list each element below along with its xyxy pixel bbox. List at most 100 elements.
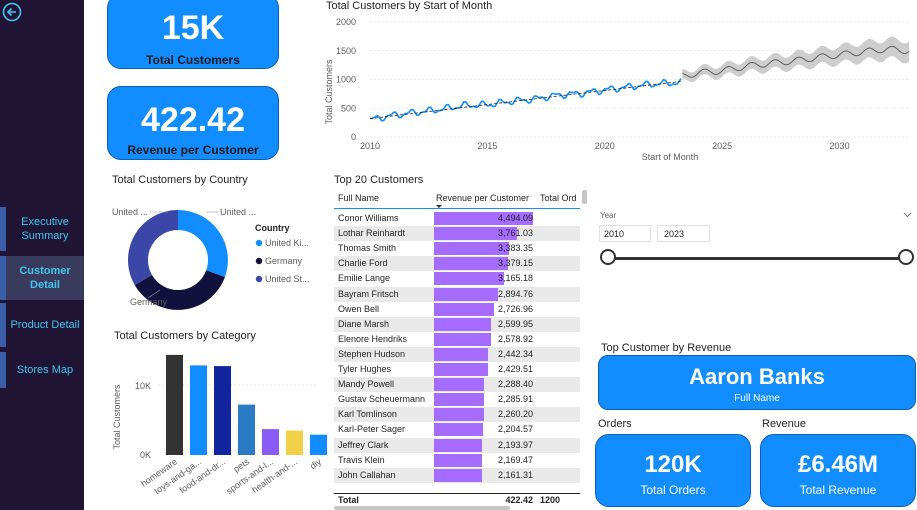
column-header-total-orders[interactable]: Total Ord xyxy=(540,190,584,206)
y-tick-label: 0 xyxy=(351,132,356,142)
table-row[interactable]: Tyler Hughes 2,429.51 xyxy=(334,362,580,377)
table-row[interactable]: Karl-Peter Sager 2,204.57 xyxy=(334,422,580,437)
total-customers-card[interactable]: 15K Total Customers xyxy=(107,0,279,69)
category-bar[interactable] xyxy=(166,354,183,455)
table-row[interactable]: John Callahan 2,161.31 xyxy=(334,467,580,483)
total-revenue-card[interactable]: £6.46M Total Revenue xyxy=(760,434,916,507)
table-row[interactable]: Elenore Hendriks 2,578.92 xyxy=(334,332,580,347)
revenue-per-customer-card[interactable]: 422.42 Revenue per Customer xyxy=(107,86,279,160)
table-row[interactable]: Conor Williams 4,494.09 xyxy=(334,211,580,226)
nav-stores-map[interactable]: Stores Map xyxy=(0,352,84,388)
table-row[interactable]: Thomas Smith 3,383.35 xyxy=(334,241,580,256)
donut-slice-united-states[interactable] xyxy=(128,210,178,285)
table-row[interactable]: Charlie Ford 3,379.15 xyxy=(334,256,580,272)
nav-label: Executive Summary xyxy=(21,216,69,242)
legend-item-united-kingdom[interactable]: United Ki... xyxy=(265,238,309,248)
cell-revenue-per-customer: 2,169.47 xyxy=(497,454,533,465)
y-tick-label: 1500 xyxy=(336,46,356,56)
nav-executive-summary[interactable]: Executive Summary xyxy=(0,207,84,251)
category-bar[interactable] xyxy=(190,365,207,455)
cell-full-name: Thomas Smith xyxy=(338,243,397,254)
table-row[interactable]: Travis Klein 2,169.47 xyxy=(334,453,580,468)
cell-full-name: Mandy Powell xyxy=(338,379,395,390)
cell-full-name: Conor Williams xyxy=(338,213,399,223)
category-tick-label: diy xyxy=(308,456,324,471)
donut-chart[interactable]: United ... United ... Germany Country Un… xyxy=(108,190,328,315)
y-tick-label: 500 xyxy=(341,103,356,113)
cell-revenue-per-customer: 2,442.34 xyxy=(497,348,533,359)
year-end-input[interactable]: 2023 xyxy=(657,225,710,242)
cell-revenue-per-customer: 3,165.18 xyxy=(497,273,533,284)
table-row[interactable]: Jeffrey Clark 2,193.97 xyxy=(334,437,580,453)
chevron-down-icon[interactable] xyxy=(903,212,912,218)
category-bar[interactable] xyxy=(262,429,279,455)
bar-chart-title: Total Customers by Category xyxy=(114,330,256,342)
vertical-scrollbar-thumb[interactable] xyxy=(334,506,510,510)
cell-revenue-per-customer: 4,494.09 xyxy=(497,213,533,223)
table-title: Top 20 Customers xyxy=(334,174,424,186)
legend-item-united-states[interactable]: United St... xyxy=(265,274,310,284)
horizontal-scrollbar-thumb[interactable] xyxy=(582,190,587,204)
category-bar[interactable] xyxy=(286,430,303,456)
table-body: Conor Williams 4,494.09 Lothar Reinhardt 3,… xyxy=(334,211,580,494)
table-row[interactable]: Owen Bell 2,726.96 xyxy=(334,302,580,317)
year-slider-track[interactable] xyxy=(609,257,906,260)
category-bar-chart[interactable]: Total Customers 10K 0K homewaretoys-and-… xyxy=(108,345,328,510)
top-customer-card[interactable]: Aaron Banks Full Name xyxy=(598,355,916,410)
cell-revenue-per-customer: 2,578.92 xyxy=(497,333,533,344)
column-header-revenue-per-customer[interactable]: Revenue per Customer xyxy=(436,190,536,206)
cell-revenue-per-customer: 2,285.91 xyxy=(497,394,533,405)
year-slider-end-handle[interactable] xyxy=(898,249,914,265)
nav-label: Stores Map xyxy=(16,364,74,376)
year-slider-start-handle[interactable] xyxy=(600,249,616,265)
cell-revenue-per-customer: 2,429.51 xyxy=(497,364,533,374)
top-customer-sublabel: Full Name xyxy=(734,393,780,404)
x-tick-label: 2015 xyxy=(477,141,497,151)
cell-full-name: Travis Klein xyxy=(338,454,385,465)
total-customers-value: 15K xyxy=(161,9,225,47)
cell-full-name: Karl-Peter Sager xyxy=(338,424,406,435)
top-customer-title: Top Customer by Revenue xyxy=(601,342,732,354)
cell-revenue-per-customer: 2,260.20 xyxy=(497,409,533,420)
cell-full-name: Diane Marsh xyxy=(338,318,390,329)
cell-full-name: John Callahan xyxy=(338,469,396,480)
cell-full-name: Gustav Scheuermann xyxy=(338,394,426,405)
cell-revenue-per-customer: 2,894.76 xyxy=(497,288,533,299)
top-customers-table[interactable]: Full Name Revenue per Customer Total Ord… xyxy=(334,190,587,510)
legend-item-germany[interactable]: Germany xyxy=(265,256,303,266)
total-orders-card[interactable]: 120K Total Orders xyxy=(595,434,751,507)
legend-swatch xyxy=(255,257,263,265)
category-bar[interactable] xyxy=(238,404,255,455)
nav-customer-detail[interactable]: Customer Detail xyxy=(0,256,84,300)
table-row[interactable]: Stephen Hudson 2,442.34 xyxy=(334,346,580,362)
category-bar[interactable] xyxy=(310,434,327,455)
donut-chart-title: Total Customers by Country xyxy=(112,174,248,186)
table-row[interactable]: Emilie Lange 3,165.18 xyxy=(334,271,580,286)
cell-full-name: Emilie Lange xyxy=(338,273,391,284)
year-start-input[interactable]: 2010 xyxy=(599,225,651,242)
total-orders-value: 120K xyxy=(644,451,702,478)
cell-full-name: Owen Bell xyxy=(338,303,380,314)
table-row[interactable]: Lothar Reinhardt 3,761.03 xyxy=(334,226,580,242)
cell-full-name: Bayram Fritsch xyxy=(338,288,399,299)
table-row[interactable]: Gustav Scheuermann 2,285.91 xyxy=(334,392,580,407)
line-chart[interactable]: Total Customers Start of Month 2000 1500 1… xyxy=(320,12,917,164)
table-row[interactable]: Mandy Powell 2,288.40 xyxy=(334,377,580,393)
header-divider xyxy=(334,208,580,209)
trend-line xyxy=(369,80,683,119)
total-revenue-value: £6.46M xyxy=(797,451,879,478)
y-axis-title: Total Customers xyxy=(324,59,334,125)
column-header-full-name[interactable]: Full Name xyxy=(338,190,430,206)
y-axis-title: Total Customers xyxy=(112,384,122,450)
revenue-per-customer-value: 422.42 xyxy=(141,101,245,139)
total-row-orders: 1200 xyxy=(540,495,561,505)
table-row[interactable]: Bayram Fritsch 2,894.76 xyxy=(334,286,580,302)
table-row[interactable]: Diane Marsh 2,599.95 xyxy=(334,316,580,332)
nav-product-detail[interactable]: Product Detail xyxy=(0,303,84,347)
table-row[interactable]: Karl Tomlinson 2,260.20 xyxy=(334,407,580,423)
line-chart-title: Total Customers by Start of Month xyxy=(326,0,493,12)
category-bar[interactable] xyxy=(214,366,231,455)
nav-label: Customer Detail xyxy=(19,265,71,291)
donut-slice-united-kingdom[interactable] xyxy=(178,210,228,278)
back-arrow-icon[interactable] xyxy=(2,2,22,22)
